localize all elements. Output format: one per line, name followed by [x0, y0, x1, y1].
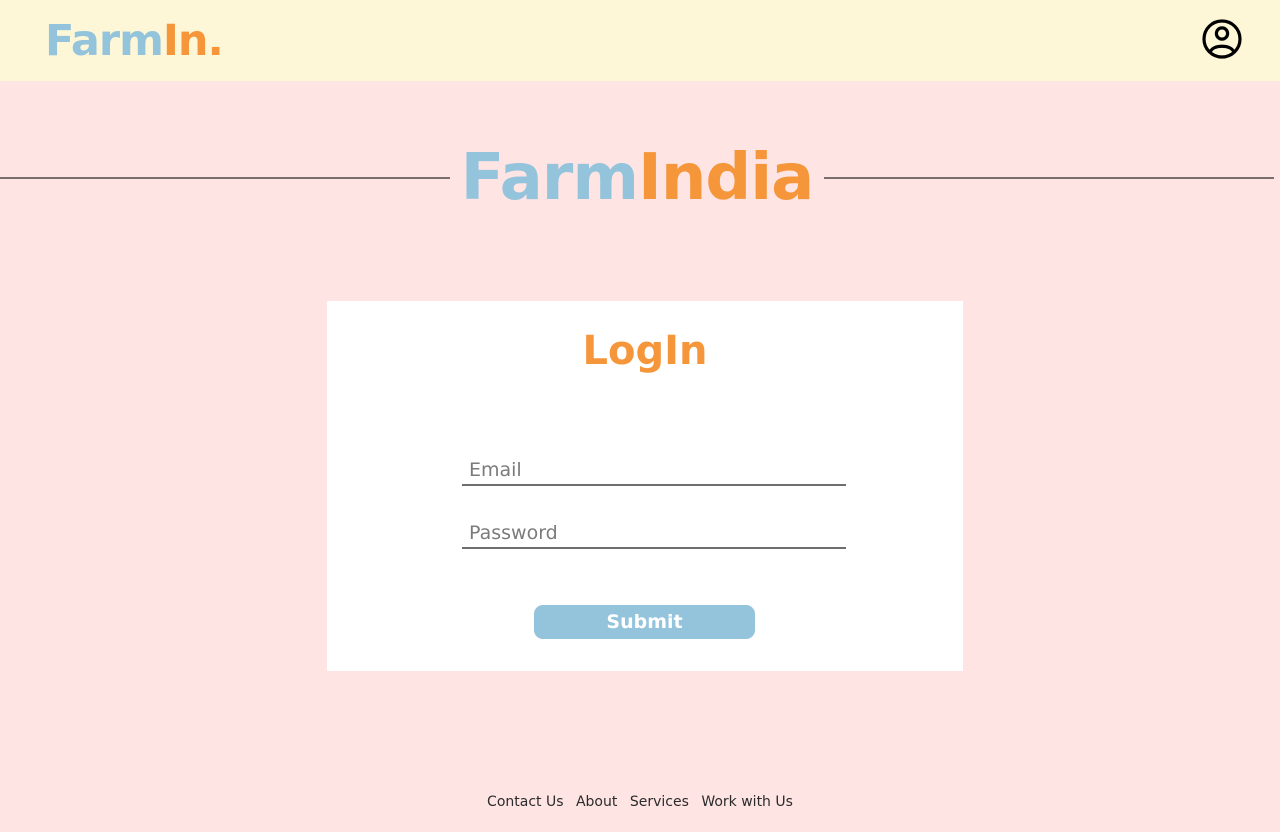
footer-link-contact-us[interactable]: Contact Us: [487, 794, 563, 810]
password-field[interactable]: [462, 519, 846, 549]
footer-link-work-with-us[interactable]: Work with Us: [701, 794, 793, 810]
top-header: FarmIn.: [0, 0, 1280, 81]
login-card: LogIn Submit: [327, 301, 963, 671]
site-logo[interactable]: FarmIn.: [45, 16, 224, 66]
hero-divider-left: [0, 177, 450, 179]
hero-title: FarmIndia: [450, 138, 824, 218]
footer-link-about[interactable]: About: [576, 794, 617, 810]
hero-divider-right: [824, 177, 1274, 179]
hero-title-farm: Farm: [460, 141, 639, 215]
logo-part-farm: Farm: [45, 16, 164, 66]
user-circle-icon[interactable]: [1201, 18, 1243, 60]
login-title: LogIn: [582, 328, 708, 374]
submit-button[interactable]: Submit: [534, 605, 755, 639]
footer-nav: Contact Us About Services Work with Us: [0, 792, 1280, 812]
logo-part-in: In.: [162, 16, 224, 66]
hero-title-india: India: [638, 141, 814, 215]
email-field[interactable]: [462, 456, 846, 486]
footer-link-services[interactable]: Services: [630, 794, 689, 810]
